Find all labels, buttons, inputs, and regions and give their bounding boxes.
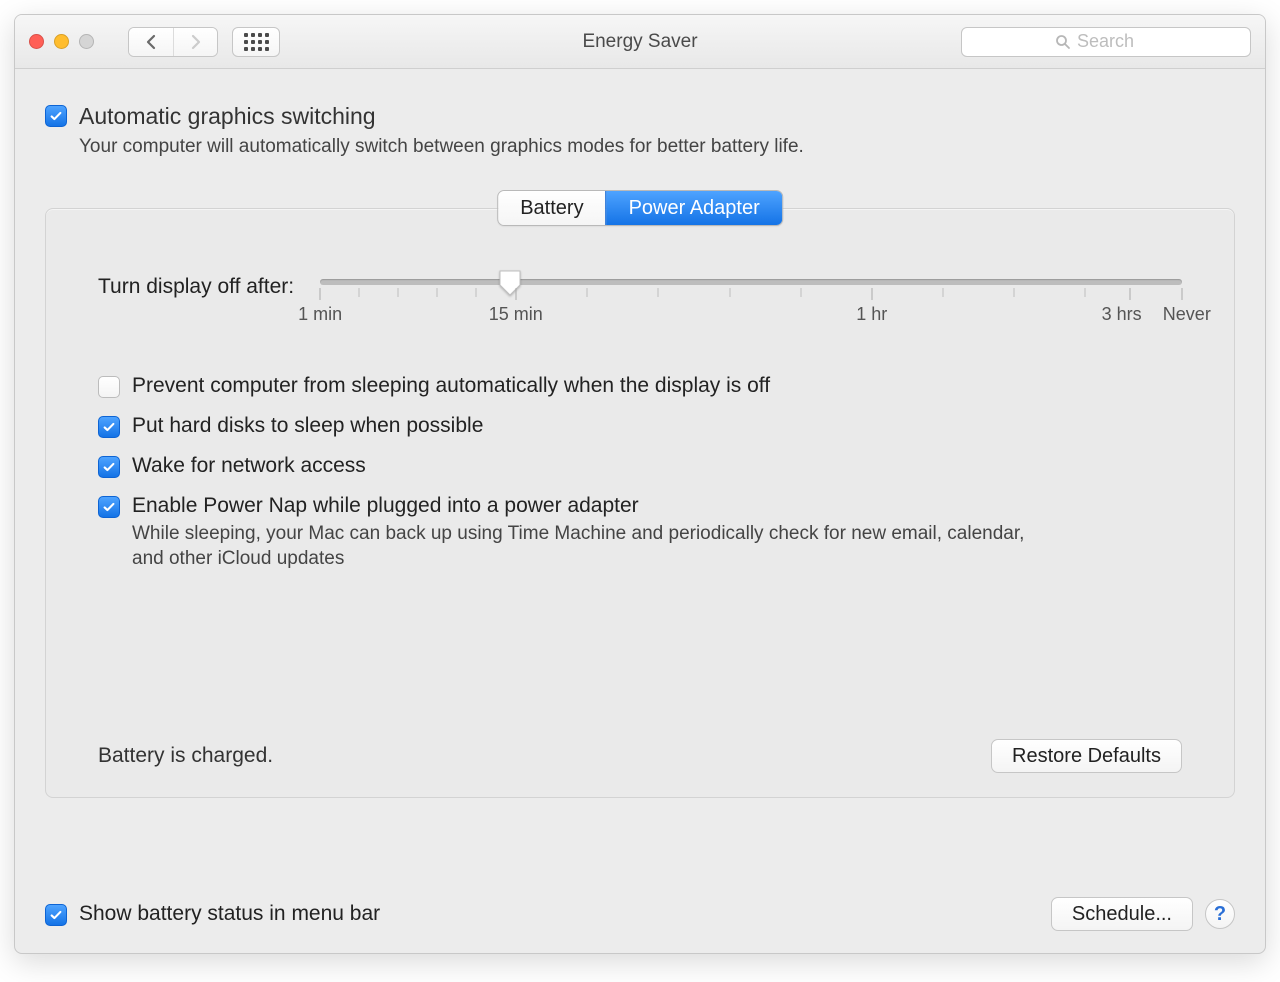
automatic-graphics-description: Your computer will automatically switch … (79, 136, 804, 158)
zoom-window-button (79, 34, 94, 49)
automatic-graphics-row: Automatic graphics switching Your comput… (45, 103, 1235, 158)
display-off-label: Turn display off after: (98, 275, 294, 299)
schedule-button[interactable]: Schedule... (1051, 897, 1193, 931)
slider-tick-labels: 1 min 15 min 1 hr 3 hrs Never (320, 304, 1182, 326)
traffic-lights (29, 34, 94, 49)
prevent-sleep-row: Prevent computer from sleeping automatic… (98, 374, 1182, 398)
checkmark-icon (49, 908, 63, 922)
hard-disks-row: Put hard disks to sleep when possible (98, 414, 1182, 438)
battery-status: Battery is charged. (98, 744, 273, 768)
prevent-sleep-label: Prevent computer from sleeping automatic… (132, 374, 770, 398)
tick-never: Never (1163, 304, 1211, 325)
power-nap-row: Enable Power Nap while plugged into a po… (98, 494, 1182, 571)
back-button[interactable] (129, 28, 173, 56)
restore-defaults-button[interactable]: Restore Defaults (991, 739, 1182, 773)
wake-network-row: Wake for network access (98, 454, 1182, 478)
close-window-button[interactable] (29, 34, 44, 49)
power-settings-panel: Turn display off after: (45, 208, 1235, 798)
power-nap-checkbox[interactable] (98, 496, 120, 518)
chevron-right-icon (190, 34, 202, 50)
display-off-slider-area: 1 min 15 min 1 hr 3 hrs Never (320, 279, 1182, 326)
chevron-left-icon (145, 34, 157, 50)
power-nap-label: Enable Power Nap while plugged into a po… (132, 494, 1042, 518)
power-nap-description: While sleeping, your Mac can back up usi… (132, 522, 1042, 571)
automatic-graphics-label: Automatic graphics switching (79, 103, 804, 130)
titlebar: Energy Saver (15, 15, 1265, 69)
power-source-tabs: Battery Power Adapter (497, 190, 783, 226)
prevent-sleep-checkbox[interactable] (98, 376, 120, 398)
slider-ticks (320, 288, 1182, 302)
search-icon (1055, 34, 1071, 50)
minimize-window-button[interactable] (54, 34, 69, 49)
power-settings-panel-wrap: Battery Power Adapter Turn display off a… (45, 208, 1235, 877)
search-field[interactable] (961, 27, 1251, 57)
show-battery-checkbox[interactable] (45, 904, 67, 926)
tick-1min: 1 min (298, 304, 342, 325)
wake-network-checkbox[interactable] (98, 456, 120, 478)
checkmark-icon (102, 420, 116, 434)
hard-disks-label: Put hard disks to sleep when possible (132, 414, 483, 438)
content-area: Automatic graphics switching Your comput… (15, 69, 1265, 953)
checkmark-icon (102, 500, 116, 514)
nav-buttons (128, 27, 218, 57)
preferences-window: Energy Saver Automatic graphics switchin… (14, 14, 1266, 954)
display-off-slider[interactable] (320, 279, 1182, 285)
forward-button[interactable] (173, 28, 217, 56)
tick-3hrs: 3 hrs (1102, 304, 1142, 325)
help-button[interactable]: ? (1205, 899, 1235, 929)
tab-battery[interactable]: Battery (498, 191, 605, 225)
tab-power-adapter[interactable]: Power Adapter (606, 191, 782, 225)
checkmark-icon (49, 109, 63, 123)
grid-icon (244, 33, 269, 51)
checkmark-icon (102, 460, 116, 474)
hard-disks-checkbox[interactable] (98, 416, 120, 438)
tick-15min: 15 min (489, 304, 543, 325)
display-off-row: Turn display off after: (98, 279, 1182, 326)
wake-network-label: Wake for network access (132, 454, 366, 478)
search-input[interactable] (1077, 31, 1157, 52)
options-list: Prevent computer from sleeping automatic… (98, 374, 1182, 571)
automatic-graphics-checkbox[interactable] (45, 105, 67, 127)
show-all-button[interactable] (232, 27, 280, 57)
bottom-row: Show battery status in menu bar Schedule… (45, 897, 1235, 931)
panel-footer: Battery is charged. Restore Defaults (98, 739, 1182, 773)
tick-1hr: 1 hr (856, 304, 887, 325)
show-battery-label: Show battery status in menu bar (79, 902, 380, 926)
